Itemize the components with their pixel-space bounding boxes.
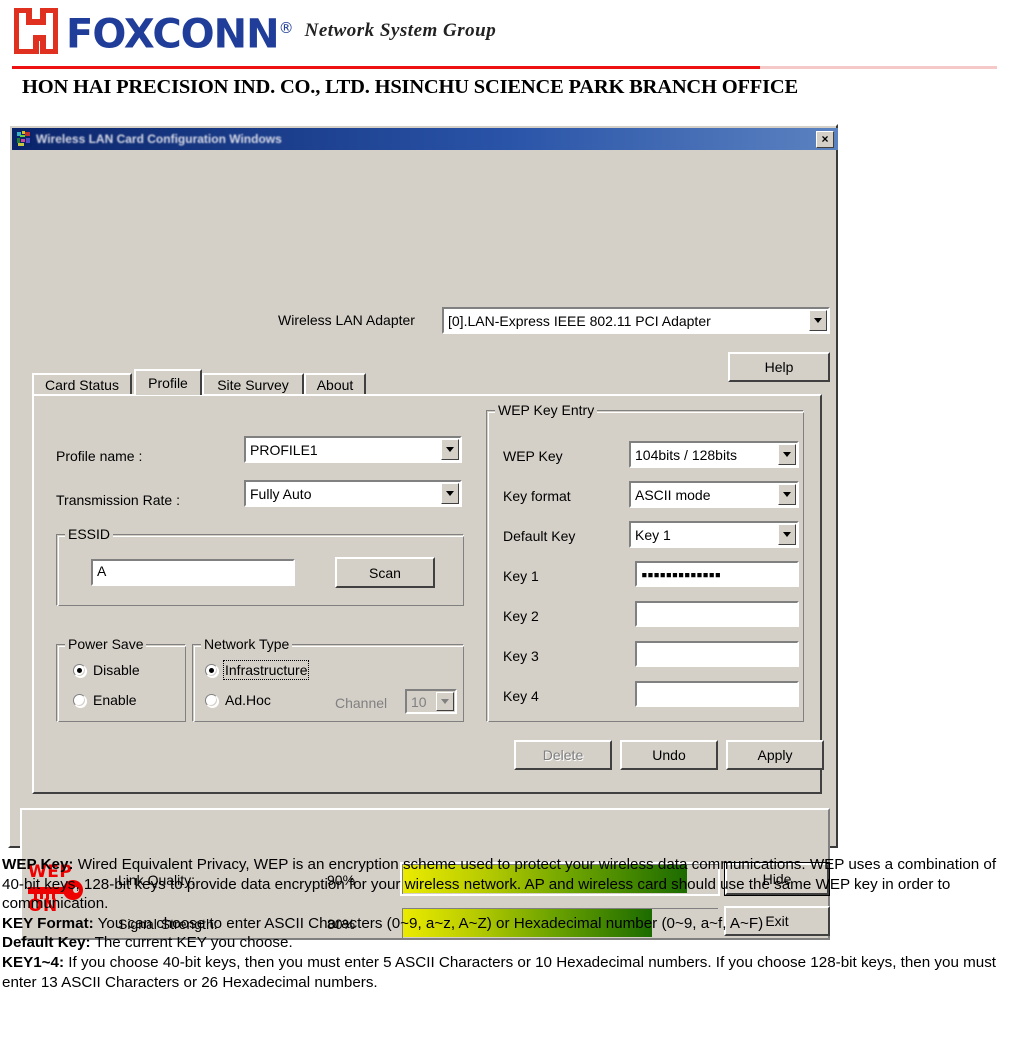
channel-label: Channel: [335, 695, 388, 711]
undo-button[interactable]: Undo: [620, 740, 718, 770]
wep-key-combobox[interactable]: 104bits / 128bits: [629, 441, 799, 468]
essid-group-label: ESSID: [65, 526, 114, 542]
scan-button[interactable]: Scan: [335, 557, 435, 588]
window-titlebar[interactable]: Wireless LAN Card Configuration Windows …: [12, 128, 838, 150]
tabstrip: Card Status Profile Site Survey About: [32, 369, 822, 395]
key3-input[interactable]: [635, 641, 799, 667]
radio-network-adhoc[interactable]: Ad.Hoc: [205, 692, 271, 708]
tab-card-status[interactable]: Card Status: [32, 373, 132, 395]
key-format-combobox[interactable]: ASCII mode: [629, 481, 799, 508]
note-wep-key-term: WEP Key:: [2, 856, 74, 873]
essid-group: ESSID A Scan: [56, 526, 464, 606]
key1-label: Key 1: [503, 568, 539, 584]
network-adhoc-label: Ad.Hoc: [225, 692, 271, 708]
transmission-rate-value: Fully Auto: [250, 485, 312, 502]
wep-key-value: 104bits / 128bits: [635, 446, 737, 463]
tab-profile[interactable]: Profile: [134, 369, 202, 395]
note-wep-key-text: Wired Equivalent Privacy, WEP is an encr…: [2, 856, 997, 913]
adapter-combobox[interactable]: [0].LAN-Express IEEE 802.11 PCI Adapter: [442, 307, 830, 334]
power-save-disable-label: Disable: [93, 662, 140, 678]
chevron-down-icon: [436, 692, 454, 711]
essid-input[interactable]: A: [91, 559, 295, 586]
profile-tab-panel: Profile name : PROFILE1 Transmission Rat…: [32, 394, 824, 794]
company-name-line: HON HAI PRECISION IND. CO., LTD. HSINCHU…: [22, 76, 798, 98]
chevron-down-icon[interactable]: [778, 484, 796, 505]
network-type-group: Network Type Infrastructure Ad.Hoc Chann…: [192, 636, 464, 722]
window-title: Wireless LAN Card Configuration Windows: [36, 132, 282, 146]
chevron-down-icon[interactable]: [441, 483, 459, 504]
key4-label: Key 4: [503, 688, 539, 704]
radio-dot-icon: [205, 663, 218, 677]
transmission-rate-combobox[interactable]: Fully Auto: [244, 480, 462, 507]
network-type-group-label: Network Type: [201, 636, 293, 652]
wep-key-entry-group: WEP Key Entry WEP Key 104bits / 128bits …: [486, 402, 804, 722]
note-default-key-term: Default Key:: [2, 934, 91, 952]
adapter-value: [0].LAN-Express IEEE 802.11 PCI Adapter: [448, 312, 711, 329]
key1-input[interactable]: ▪▪▪▪▪▪▪▪▪▪▪▪▪: [635, 561, 799, 587]
app-icon: [16, 131, 32, 147]
profile-name-label: Profile name :: [56, 448, 143, 464]
wireless-config-window: Wireless LAN Card Configuration Windows …: [8, 124, 838, 940]
key-format-value: ASCII mode: [635, 486, 711, 503]
chevron-down-icon[interactable]: [809, 310, 827, 331]
default-key-label: Default Key: [503, 528, 576, 544]
note-key-format-text: You can choose to enter ASCII Characters…: [93, 914, 764, 932]
chevron-down-icon[interactable]: [778, 524, 796, 545]
foxconn-h-mark-icon: [13, 7, 59, 56]
profile-name-combobox[interactable]: PROFILE1: [244, 436, 462, 463]
chevron-down-icon[interactable]: [778, 444, 796, 465]
foxconn-logo: FOXCONN® Network System Group: [13, 5, 497, 58]
default-key-value: Key 1: [635, 526, 671, 543]
power-save-group-label: Power Save: [65, 636, 147, 652]
default-key-combobox[interactable]: Key 1: [629, 521, 799, 548]
power-save-group: Power Save Disable Enable: [56, 636, 186, 722]
note-key-format: KEY Format: You can choose to enter ASCI…: [2, 914, 1007, 934]
radio-dot-icon: [73, 693, 86, 707]
profile-name-value: PROFILE1: [250, 441, 318, 458]
notes-block: WEP Key: Wired Equivalent Privacy, WEP i…: [2, 855, 1007, 992]
key3-label: Key 3: [503, 648, 539, 664]
radio-dot-icon: [205, 693, 218, 707]
brand-tagline: Network System Group: [304, 20, 497, 42]
letterhead: FOXCONN® Network System Group: [0, 0, 1009, 69]
key2-input[interactable]: [635, 601, 799, 627]
registered-mark-icon: ®: [278, 19, 294, 37]
tab-site-survey[interactable]: Site Survey: [202, 373, 304, 395]
radio-power-save-enable[interactable]: Enable: [73, 692, 137, 708]
key-format-label: Key format: [503, 488, 571, 504]
radio-power-save-disable[interactable]: Disable: [73, 662, 140, 678]
note-key14: KEY1~4: If you choose 40-bit keys, then …: [2, 953, 1007, 992]
note-default-key-text: The current KEY you choose.: [90, 934, 293, 952]
key4-input[interactable]: [635, 681, 799, 707]
key2-label: Key 2: [503, 608, 539, 624]
power-save-enable-label: Enable: [93, 692, 137, 708]
wep-key-label: WEP Key: [503, 448, 563, 464]
note-key14-text: If you choose 40-bit keys, then you must…: [2, 953, 997, 991]
note-key14-term: KEY1~4:: [2, 953, 65, 971]
transmission-rate-label: Transmission Rate :: [56, 492, 180, 508]
chevron-down-icon[interactable]: [441, 439, 459, 460]
note-default-key: Default Key: The current KEY you choose.: [2, 933, 1007, 953]
close-icon[interactable]: ×: [816, 130, 834, 148]
apply-button[interactable]: Apply: [726, 740, 824, 770]
channel-value: 10: [411, 693, 427, 710]
note-key-format-term: KEY Format:: [2, 914, 94, 932]
note-wep-key: WEP Key: Wired Equivalent Privacy, WEP i…: [2, 855, 1007, 914]
brand-text: FOXCONN: [66, 11, 280, 58]
adapter-label: Wireless LAN Adapter: [278, 312, 415, 328]
header-rule-light: [760, 66, 997, 69]
tab-about[interactable]: About: [304, 373, 366, 395]
wep-key-entry-group-label: WEP Key Entry: [495, 402, 598, 418]
radio-dot-icon: [73, 663, 86, 677]
network-infrastructure-label: Infrastructure: [222, 660, 310, 680]
brand-wordmark: FOXCONN®: [66, 5, 294, 58]
delete-button: Delete: [514, 740, 612, 770]
page-root: FOXCONN® Network System Group HON HAI PR…: [0, 0, 1009, 1039]
radio-network-infrastructure[interactable]: Infrastructure: [205, 660, 310, 680]
channel-combobox: 10: [405, 689, 457, 714]
